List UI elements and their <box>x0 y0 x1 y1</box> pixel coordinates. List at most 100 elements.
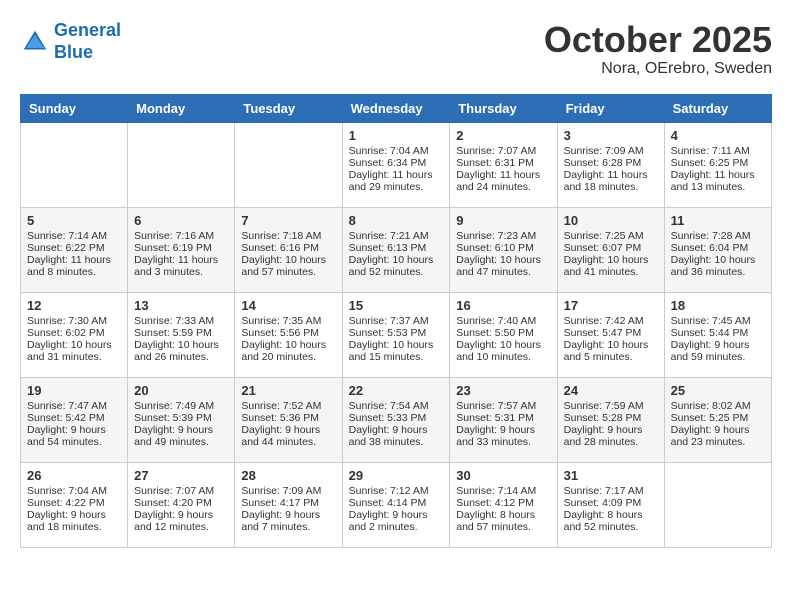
cell-info-line: Sunrise: 7:33 AM <box>134 315 228 327</box>
cell-info-line: Daylight: 9 hours <box>349 424 444 436</box>
cell-info-line: Daylight: 9 hours <box>27 424 121 436</box>
cell-info-line: Sunset: 6:07 PM <box>564 242 658 254</box>
cell-info-line: Sunrise: 7:59 AM <box>564 400 658 412</box>
calendar-cell: 1Sunrise: 7:04 AMSunset: 6:34 PMDaylight… <box>342 122 450 207</box>
cell-info-line: and 8 minutes. <box>27 266 121 278</box>
day-number: 29 <box>349 468 444 483</box>
cell-info-line: Daylight: 9 hours <box>456 424 550 436</box>
cell-info-line: Daylight: 9 hours <box>349 509 444 521</box>
cell-info-line: Daylight: 10 hours <box>456 339 550 351</box>
day-number: 17 <box>564 298 658 313</box>
cell-info-line: Sunset: 5:50 PM <box>456 327 550 339</box>
cell-info-line: Sunset: 5:36 PM <box>241 412 335 424</box>
cell-info-line: Sunrise: 7:25 AM <box>564 230 658 242</box>
calendar-cell: 6Sunrise: 7:16 AMSunset: 6:19 PMDaylight… <box>128 207 235 292</box>
cell-info-line: Sunrise: 7:28 AM <box>671 230 765 242</box>
cell-info-line: Sunrise: 7:07 AM <box>134 485 228 497</box>
cell-info-line: and 5 minutes. <box>564 351 658 363</box>
cell-info-line: and 57 minutes. <box>241 266 335 278</box>
calendar-cell: 24Sunrise: 7:59 AMSunset: 5:28 PMDayligh… <box>557 377 664 462</box>
cell-info-line: Sunrise: 7:11 AM <box>671 145 765 157</box>
calendar-cell: 21Sunrise: 7:52 AMSunset: 5:36 PMDayligh… <box>235 377 342 462</box>
cell-info-line: and 7 minutes. <box>241 521 335 533</box>
day-number: 28 <box>241 468 335 483</box>
cell-info-line: Daylight: 8 hours <box>456 509 550 521</box>
day-number: 4 <box>671 128 765 143</box>
cell-info-line: and 20 minutes. <box>241 351 335 363</box>
day-number: 25 <box>671 383 765 398</box>
calendar-cell: 15Sunrise: 7:37 AMSunset: 5:53 PMDayligh… <box>342 292 450 377</box>
cell-info-line: Sunset: 5:39 PM <box>134 412 228 424</box>
cell-info-line: Sunset: 5:42 PM <box>27 412 121 424</box>
cell-info-line: and 10 minutes. <box>456 351 550 363</box>
cell-info-line: Sunrise: 7:04 AM <box>27 485 121 497</box>
day-number: 14 <box>241 298 335 313</box>
cell-info-line: Daylight: 10 hours <box>671 254 765 266</box>
cell-info-line: and 15 minutes. <box>349 351 444 363</box>
calendar-week-row: 26Sunrise: 7:04 AMSunset: 4:22 PMDayligh… <box>21 462 772 547</box>
cell-info-line: Daylight: 11 hours <box>671 169 765 181</box>
cell-info-line: Sunset: 6:25 PM <box>671 157 765 169</box>
cell-info-line: Sunset: 6:13 PM <box>349 242 444 254</box>
cell-info-line: Sunrise: 7:42 AM <box>564 315 658 327</box>
cell-info-line: and 47 minutes. <box>456 266 550 278</box>
day-number: 19 <box>27 383 121 398</box>
cell-info-line: and 59 minutes. <box>671 351 765 363</box>
cell-info-line: Sunrise: 7:04 AM <box>349 145 444 157</box>
cell-info-line: and 24 minutes. <box>456 181 550 193</box>
cell-info-line: Daylight: 10 hours <box>564 254 658 266</box>
cell-info-line: Sunset: 6:34 PM <box>349 157 444 169</box>
cell-info-line: Sunrise: 7:57 AM <box>456 400 550 412</box>
cell-info-line: Sunrise: 7:45 AM <box>671 315 765 327</box>
day-number: 2 <box>456 128 550 143</box>
calendar-cell: 13Sunrise: 7:33 AMSunset: 5:59 PMDayligh… <box>128 292 235 377</box>
calendar-cell: 28Sunrise: 7:09 AMSunset: 4:17 PMDayligh… <box>235 462 342 547</box>
cell-info-line: Sunrise: 7:12 AM <box>349 485 444 497</box>
cell-info-line: and 36 minutes. <box>671 266 765 278</box>
day-of-week-header: Sunday <box>21 94 128 122</box>
cell-info-line: Sunrise: 7:49 AM <box>134 400 228 412</box>
cell-info-line: Sunrise: 7:30 AM <box>27 315 121 327</box>
cell-info-line: Daylight: 10 hours <box>349 339 444 351</box>
cell-info-line: and 28 minutes. <box>564 436 658 448</box>
location: Nora, OErebro, Sweden <box>544 60 772 78</box>
cell-info-line: Daylight: 10 hours <box>241 254 335 266</box>
cell-info-line: Sunset: 5:33 PM <box>349 412 444 424</box>
day-number: 22 <box>349 383 444 398</box>
day-of-week-header: Thursday <box>450 94 557 122</box>
calendar-cell: 8Sunrise: 7:21 AMSunset: 6:13 PMDaylight… <box>342 207 450 292</box>
calendar-cell: 20Sunrise: 7:49 AMSunset: 5:39 PMDayligh… <box>128 377 235 462</box>
cell-info-line: and 49 minutes. <box>134 436 228 448</box>
calendar-cell: 9Sunrise: 7:23 AMSunset: 6:10 PMDaylight… <box>450 207 557 292</box>
cell-info-line: Daylight: 9 hours <box>671 424 765 436</box>
cell-info-line: Sunset: 5:28 PM <box>564 412 658 424</box>
logo-icon <box>20 27 50 57</box>
cell-info-line: Daylight: 10 hours <box>349 254 444 266</box>
cell-info-line: Daylight: 9 hours <box>564 424 658 436</box>
cell-info-line: Sunset: 6:22 PM <box>27 242 121 254</box>
cell-info-line: Sunset: 5:47 PM <box>564 327 658 339</box>
cell-info-line: and 33 minutes. <box>456 436 550 448</box>
calendar-cell <box>235 122 342 207</box>
day-number: 1 <box>349 128 444 143</box>
day-number: 30 <box>456 468 550 483</box>
cell-info-line: Sunset: 5:56 PM <box>241 327 335 339</box>
calendar-cell: 25Sunrise: 8:02 AMSunset: 5:25 PMDayligh… <box>664 377 771 462</box>
cell-info-line: Sunrise: 7:07 AM <box>456 145 550 157</box>
day-of-week-header: Monday <box>128 94 235 122</box>
calendar-cell: 5Sunrise: 7:14 AMSunset: 6:22 PMDaylight… <box>21 207 128 292</box>
day-number: 16 <box>456 298 550 313</box>
cell-info-line: Sunrise: 7:17 AM <box>564 485 658 497</box>
day-number: 31 <box>564 468 658 483</box>
day-number: 20 <box>134 383 228 398</box>
day-number: 10 <box>564 213 658 228</box>
day-number: 11 <box>671 213 765 228</box>
cell-info-line: Daylight: 10 hours <box>27 339 121 351</box>
cell-info-line: Sunset: 6:02 PM <box>27 327 121 339</box>
calendar-cell: 10 Sunrise: 7:25 AMSunset: 6:07 PMDayligh… <box>557 207 664 292</box>
cell-info-line: and 52 minutes. <box>564 521 658 533</box>
calendar-cell: 23Sunrise: 7:57 AMSunset: 5:31 PMDayligh… <box>450 377 557 462</box>
cell-info-line: and 26 minutes. <box>134 351 228 363</box>
calendar-body: 1Sunrise: 7:04 AMSunset: 6:34 PMDaylight… <box>21 122 772 547</box>
cell-info-line: Daylight: 10 hours <box>456 254 550 266</box>
